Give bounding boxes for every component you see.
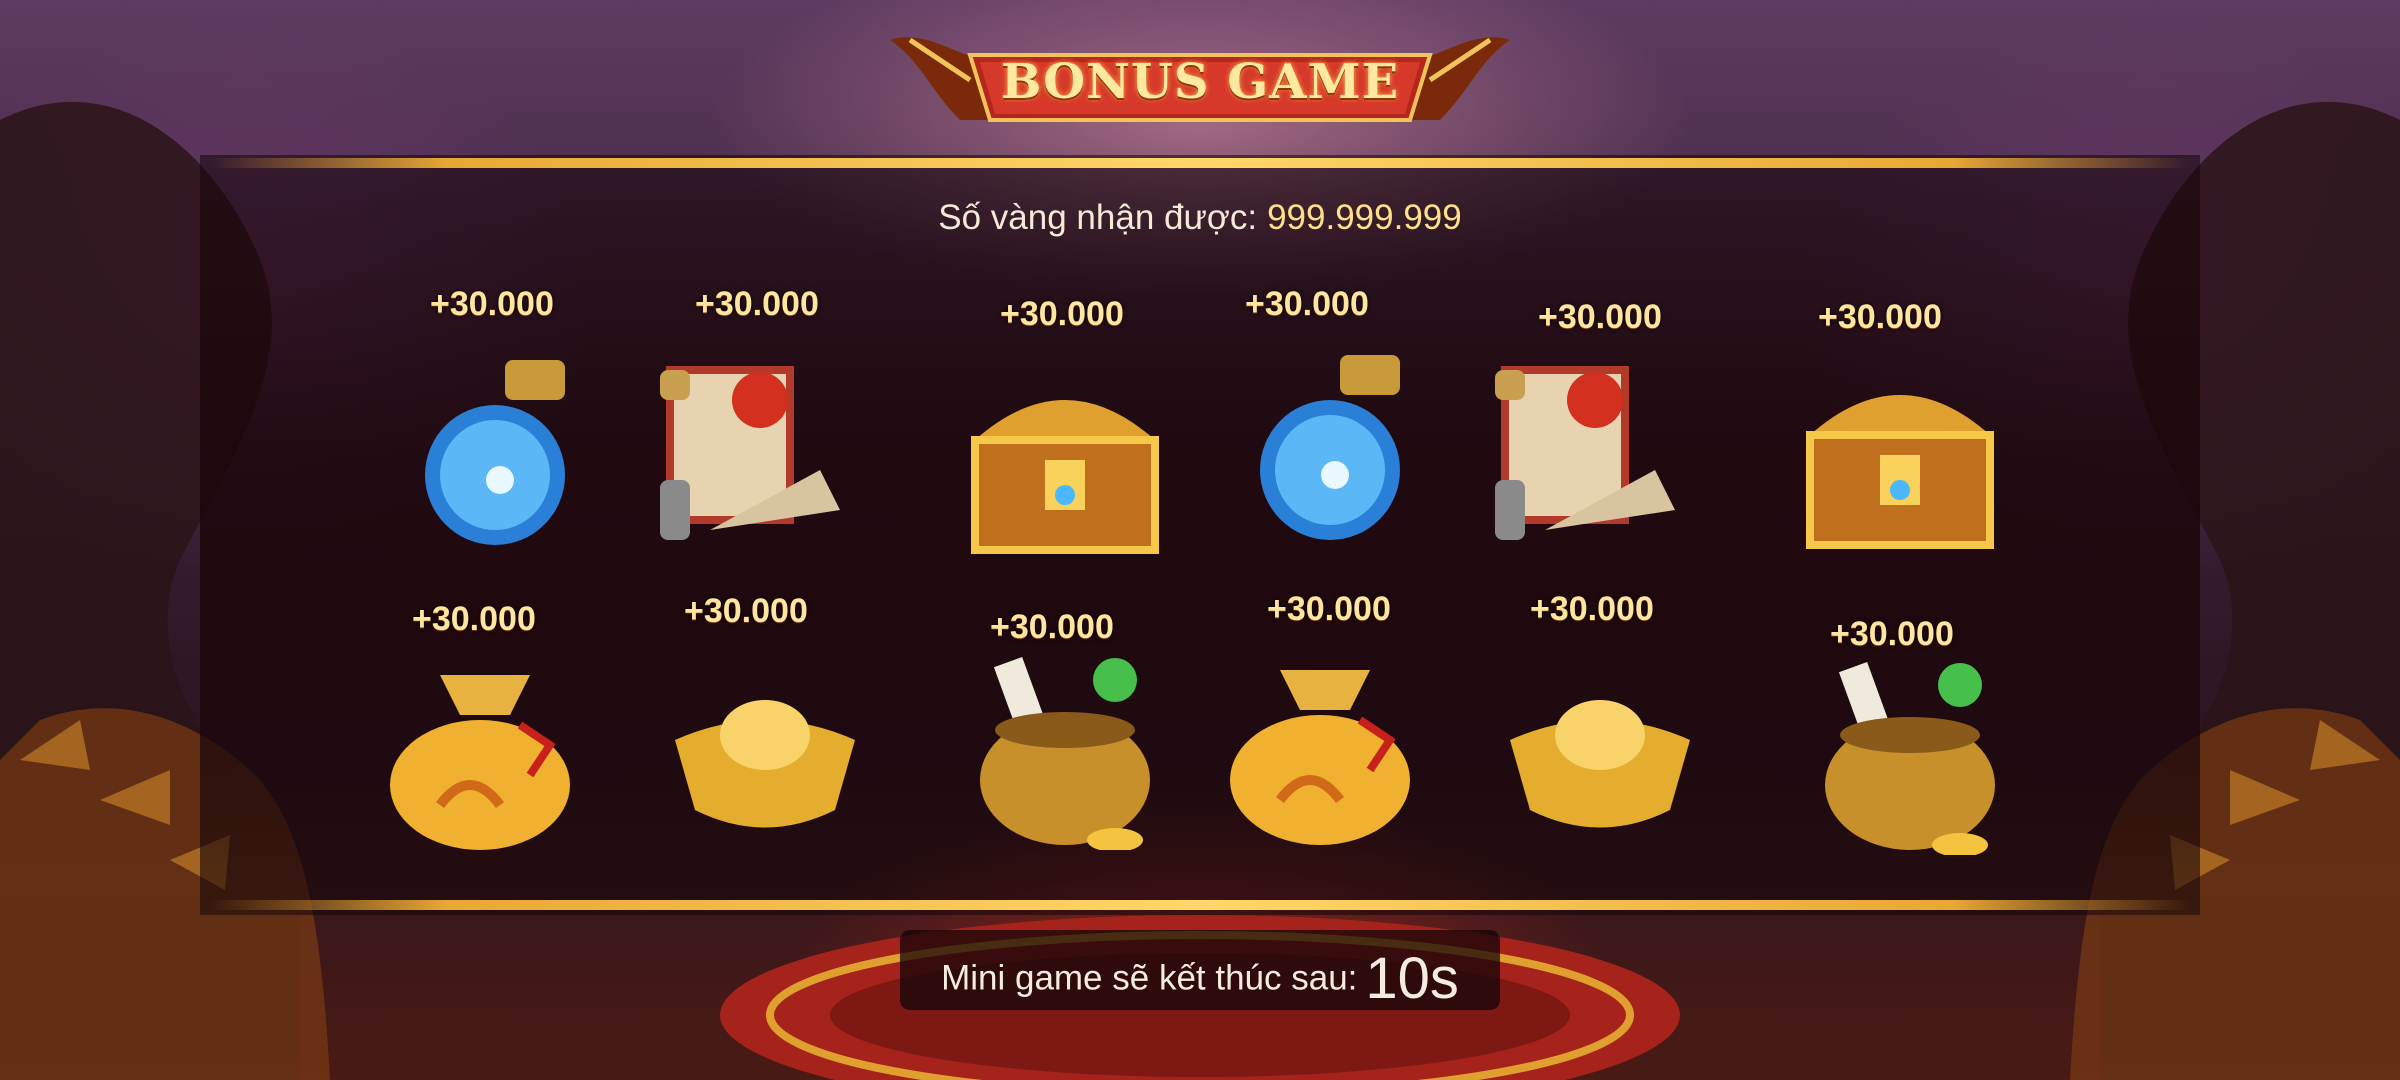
potion-icon[interactable] [1240, 345, 1440, 545]
reward-label: +30.000 [990, 608, 1114, 646]
gold-value: 999.999.999 [1267, 198, 1462, 237]
gold-ingot-icon[interactable] [1500, 660, 1700, 860]
gold-ingot-icon[interactable] [665, 660, 865, 860]
title-banner: BONUS GAME [880, 20, 1520, 135]
reward-label: +30.000 [1267, 590, 1391, 628]
countdown-bar: Mini game sẽ kết thúc sau: 10s [0, 945, 2400, 1012]
panel-top-border [210, 158, 2190, 168]
reward-label: +30.000 [1530, 590, 1654, 628]
potion-icon[interactable] [405, 350, 605, 550]
gold-received: Số vàng nhận được: 999.999.999 [0, 198, 2400, 238]
scroll-icon[interactable] [1485, 360, 1685, 560]
reward-label: +30.000 [1000, 295, 1124, 333]
reward-label: +30.000 [430, 285, 554, 323]
reward-label: +30.000 [684, 592, 808, 630]
reward-label: +30.000 [1245, 285, 1369, 323]
countdown-label: Mini game sẽ kết thúc sau: [941, 958, 1358, 998]
treasure-chest-icon[interactable] [1800, 365, 2000, 565]
bonus-game-title: BONUS GAME [1000, 54, 1400, 110]
gold-bag-icon[interactable] [1220, 650, 1420, 850]
reward-label: +30.000 [1830, 615, 1954, 653]
reward-label: +30.000 [412, 600, 536, 638]
countdown-value: 10s [1365, 946, 1459, 1011]
treasure-pot-icon[interactable] [1810, 655, 2010, 855]
reward-label: +30.000 [1818, 298, 1942, 336]
scroll-icon[interactable] [650, 360, 850, 560]
gold-label: Số vàng nhận được: [938, 198, 1258, 237]
treasure-pot-icon[interactable] [965, 650, 1165, 850]
gold-bag-icon[interactable] [380, 655, 580, 855]
reward-label: +30.000 [695, 285, 819, 323]
reward-label: +30.000 [1538, 298, 1662, 336]
treasure-chest-icon[interactable] [965, 370, 1165, 570]
